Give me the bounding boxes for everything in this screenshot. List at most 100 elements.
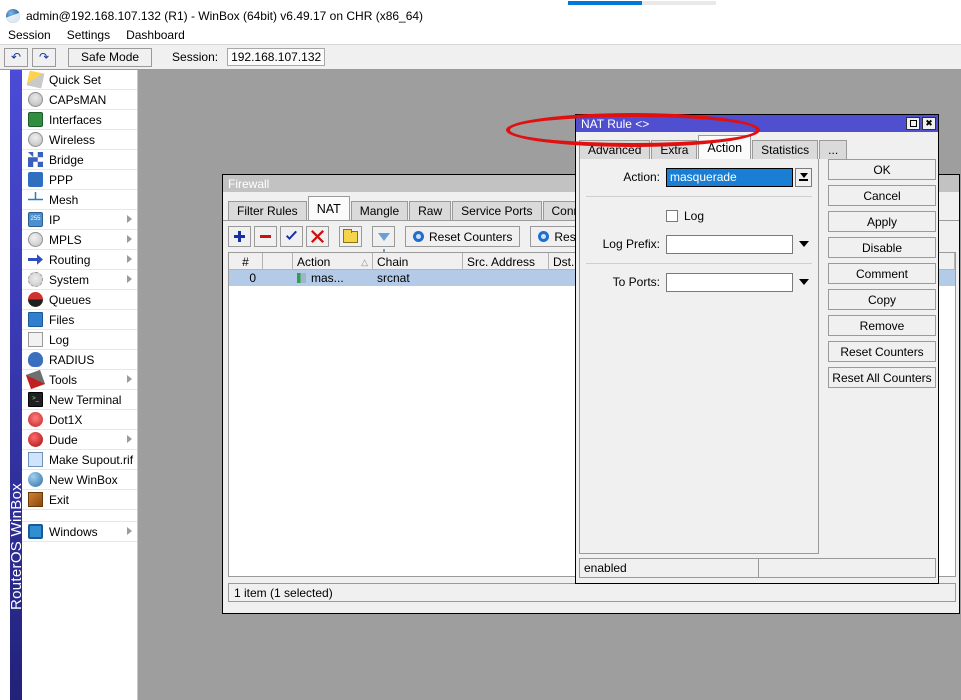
- nat-rule-title: NAT Rule <>: [581, 117, 904, 131]
- funnel-icon[interactable]: [372, 226, 395, 247]
- table-cell: 0: [229, 270, 263, 286]
- sidebar-item-windows[interactable]: Windows: [22, 522, 137, 542]
- sidebar-item-system[interactable]: System: [22, 270, 137, 290]
- log-prefix-input[interactable]: [666, 235, 793, 254]
- sidebar-item-label: Log: [49, 333, 69, 347]
- reset-counters-button[interactable]: Reset Counters: [828, 341, 936, 362]
- screen: admin@192.168.107.132 (R1) - WinBox (64b…: [0, 0, 961, 700]
- sidebar-item-label: Mesh: [49, 193, 78, 207]
- wireless-icon: [28, 132, 43, 147]
- sidebar-item-label: Wireless: [49, 133, 95, 147]
- nat-tab-advanced[interactable]: Advanced: [579, 140, 650, 159]
- column-header[interactable]: [263, 253, 293, 270]
- sidebar-item-mesh[interactable]: Mesh: [22, 190, 137, 210]
- supout-icon: [28, 452, 43, 467]
- sidebar-item-capsman[interactable]: CAPsMAN: [22, 90, 137, 110]
- nat-rule-dialog: NAT Rule <> ✖ AdvancedExtraActionStatist…: [575, 114, 939, 584]
- sidebar-item-label: Interfaces: [49, 113, 102, 127]
- sidebar-item-wireless[interactable]: Wireless: [22, 130, 137, 150]
- capsman-icon: [28, 92, 43, 107]
- plus-icon[interactable]: [228, 226, 251, 247]
- sidebar-item-dot1x[interactable]: Dot1X: [22, 410, 137, 430]
- sidebar-item-queues[interactable]: Queues: [22, 290, 137, 310]
- to-ports-input[interactable]: [666, 273, 793, 292]
- tab-mangle[interactable]: Mangle: [351, 201, 408, 220]
- safe-mode-button[interactable]: Safe Mode: [68, 48, 152, 67]
- nat-tab-action[interactable]: Action: [698, 135, 751, 159]
- sidebar-accent-bar: RouterOS WinBox ✕: [10, 70, 22, 700]
- sidebar-item-log[interactable]: Log: [22, 330, 137, 350]
- sidebar-item-files[interactable]: Files: [22, 310, 137, 330]
- sidebar-item-new-terminal[interactable]: >_New Terminal: [22, 390, 137, 410]
- ok-button[interactable]: OK: [828, 159, 936, 180]
- nat-tab-extra[interactable]: Extra: [651, 140, 697, 159]
- close-icon[interactable]: ✖: [922, 117, 936, 130]
- sidebar-item-label: Bridge: [49, 153, 84, 167]
- combo-select-icon[interactable]: [795, 168, 812, 187]
- nat-rule-body: AdvancedExtraActionStatistics... Action:…: [576, 132, 938, 583]
- sidebar-item-dude[interactable]: Dude: [22, 430, 137, 450]
- sidebar-item-new-winbox[interactable]: New WinBox: [22, 470, 137, 490]
- sidebar-item-tools[interactable]: Tools: [22, 370, 137, 390]
- menu-dashboard[interactable]: Dashboard: [118, 27, 193, 43]
- sidebar-item-interfaces[interactable]: Interfaces: [22, 110, 137, 130]
- sidebar-item-routing[interactable]: Routing: [22, 250, 137, 270]
- column-header[interactable]: Action△: [293, 253, 373, 270]
- menu-settings[interactable]: Settings: [59, 27, 118, 43]
- tab-service-ports[interactable]: Service Ports: [452, 201, 541, 220]
- nat-tab-[interactable]: ...: [819, 140, 847, 159]
- app-title: admin@192.168.107.132 (R1) - WinBox (64b…: [26, 9, 423, 23]
- sidebar-item-ip[interactable]: 255IP: [22, 210, 137, 230]
- action-input[interactable]: masquerade: [666, 168, 793, 187]
- copy-button[interactable]: Copy: [828, 289, 936, 310]
- browser-progress-segment: [568, 1, 642, 5]
- column-header[interactable]: Src. Address: [463, 253, 549, 270]
- cross-icon[interactable]: [306, 226, 329, 247]
- sidebar-item-make-supout-rif[interactable]: Make Supout.rif: [22, 450, 137, 470]
- tab-raw[interactable]: Raw: [409, 201, 451, 220]
- sidebar-item-mpls[interactable]: MPLS: [22, 230, 137, 250]
- menu-session[interactable]: Session: [0, 27, 59, 43]
- sidebar-item-label: Routing: [49, 253, 90, 267]
- minus-icon[interactable]: [254, 226, 277, 247]
- folder-icon[interactable]: [339, 226, 362, 247]
- nat-rule-tab-row: AdvancedExtraActionStatistics...: [579, 135, 848, 159]
- check-icon[interactable]: [280, 226, 303, 247]
- log-icon: [28, 332, 43, 347]
- tab-filter-rules[interactable]: Filter Rules: [228, 201, 307, 220]
- sidebar-item-exit[interactable]: Exit: [22, 490, 137, 510]
- reset-all-counters-button[interactable]: Reset All Counters: [828, 367, 936, 388]
- table-cell: [463, 270, 549, 286]
- restore-icon[interactable]: [906, 117, 920, 130]
- column-header[interactable]: Chain: [373, 253, 463, 270]
- tab-nat[interactable]: NAT: [308, 196, 350, 220]
- column-header[interactable]: #: [229, 253, 263, 270]
- redo-icon[interactable]: ↷: [32, 48, 56, 67]
- log-prefix-row: Log Prefix:: [580, 233, 818, 255]
- sidebar-item-ppp[interactable]: PPP: [22, 170, 137, 190]
- nat-rule-status-right: [759, 558, 936, 578]
- session-input[interactable]: 192.168.107.132: [227, 48, 325, 66]
- chevron-down-icon[interactable]: [795, 235, 812, 254]
- log-checkbox[interactable]: [666, 210, 678, 222]
- reset-counters-button[interactable]: Reset Counters: [405, 226, 520, 247]
- apply-button[interactable]: Apply: [828, 211, 936, 232]
- sidebar-item-bridge[interactable]: Bridge: [22, 150, 137, 170]
- sidebar-item-quick-set[interactable]: Quick Set: [22, 70, 137, 90]
- disable-button[interactable]: Disable: [828, 237, 936, 258]
- new-winbox-icon: [28, 472, 43, 487]
- files-icon: [28, 312, 43, 327]
- sidebar-item-radius[interactable]: RADIUS: [22, 350, 137, 370]
- sidebar-item-label: MPLS: [49, 233, 82, 247]
- sidebar-item-label: PPP: [49, 173, 73, 187]
- nat-tab-statistics[interactable]: Statistics: [752, 140, 818, 159]
- cancel-button[interactable]: Cancel: [828, 185, 936, 206]
- remove-button[interactable]: Remove: [828, 315, 936, 336]
- undo-icon[interactable]: ↶: [4, 48, 28, 67]
- firewall-toolbar: Reset Counters Reset All C: [228, 225, 622, 248]
- mesh-icon: [28, 192, 43, 207]
- chevron-down-icon[interactable]: [795, 273, 812, 292]
- sidebar-item-label: Files: [49, 313, 74, 327]
- comment-button[interactable]: Comment: [828, 263, 936, 284]
- nat-rule-status-left: enabled: [579, 558, 759, 578]
